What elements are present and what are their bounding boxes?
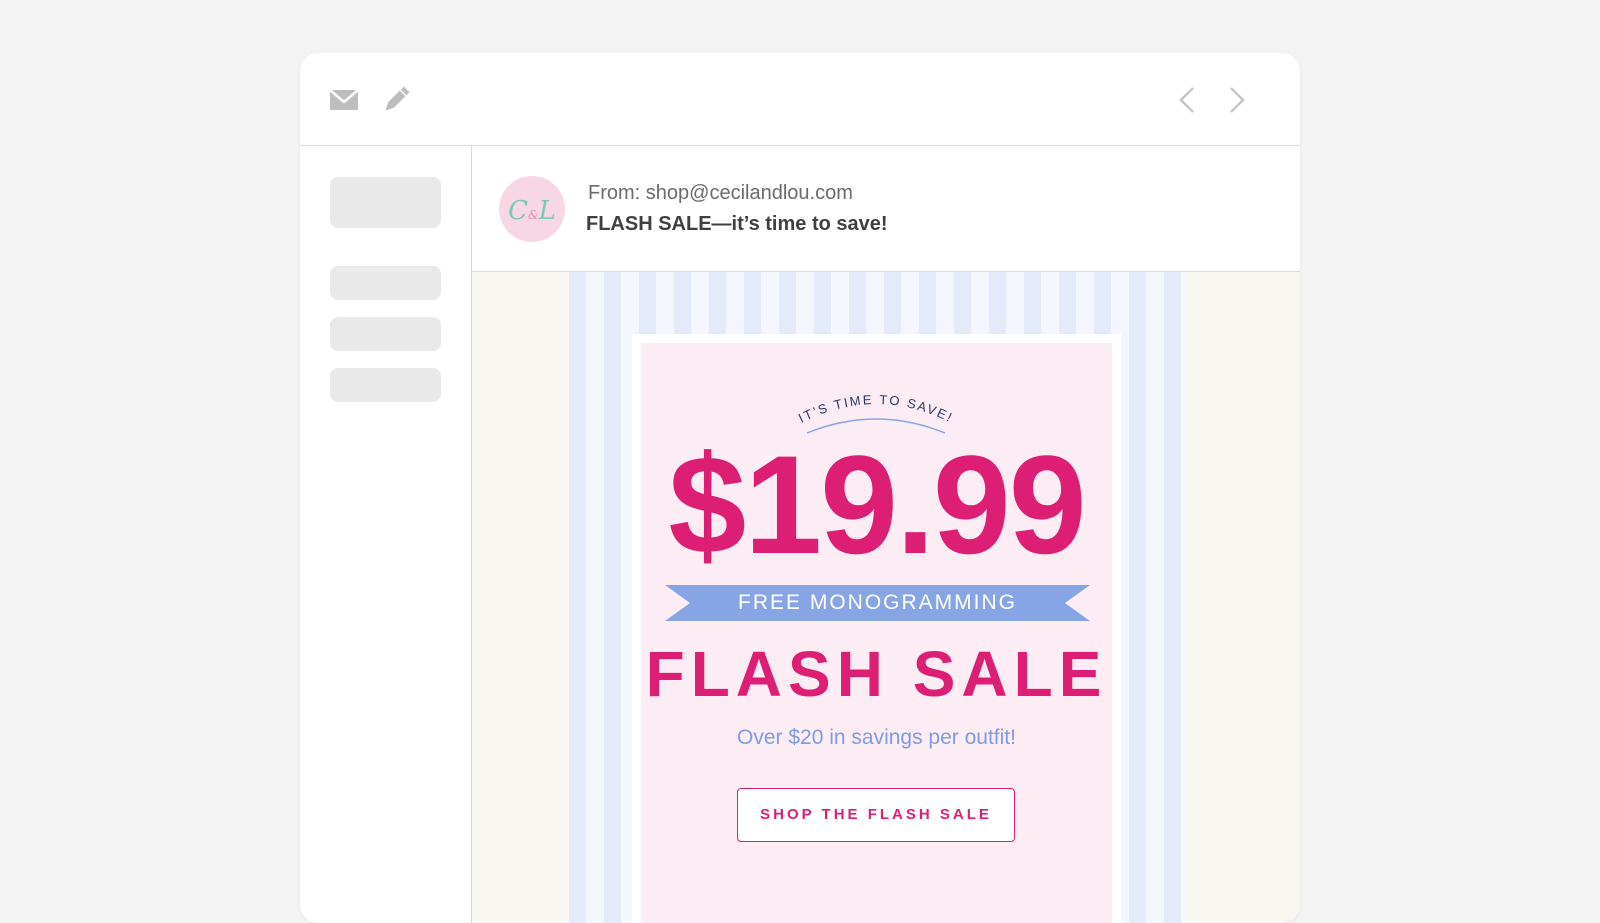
email-client-window: C&L From: shop@cecilandlou.com FLASH SAL… xyxy=(300,53,1300,923)
tagline-arc: IT’S TIME TO SAVE! xyxy=(796,392,956,434)
tagline-text: IT’S TIME TO SAVE! xyxy=(796,392,954,426)
sidebar xyxy=(300,146,472,923)
sidebar-placeholder-primary[interactable] xyxy=(330,177,441,228)
flash-sale-headline: FLASH SALE xyxy=(645,638,1108,710)
email-body: IT’S TIME TO SAVE! $19.99 FREE MONOGRAMM… xyxy=(472,272,1300,923)
sidebar-placeholder-item[interactable] xyxy=(330,317,441,351)
sidebar-placeholder-item[interactable] xyxy=(330,266,441,300)
promo-card: IT’S TIME TO SAVE! $19.99 FREE MONOGRAMM… xyxy=(641,343,1112,923)
ribbon-text: FREE MONOGRAMMING xyxy=(738,591,1017,614)
sale-price: $19.99 xyxy=(668,426,1086,583)
shop-flash-sale-button[interactable]: SHOP THE FLASH SALE xyxy=(737,788,1015,842)
chevron-left-icon[interactable] xyxy=(1172,84,1204,116)
email-header: C&L From: shop@cecilandlou.com FLASH SAL… xyxy=(472,146,1300,272)
chevron-right-icon[interactable] xyxy=(1220,84,1252,116)
mail-icon[interactable] xyxy=(328,84,360,116)
svg-text:IT’S TIME TO SAVE!: IT’S TIME TO SAVE! xyxy=(796,392,956,426)
promo-frame: IT’S TIME TO SAVE! $19.99 FREE MONOGRAMM… xyxy=(632,334,1121,923)
sender-address: From: shop@cecilandlou.com xyxy=(588,182,853,204)
pencil-icon[interactable] xyxy=(380,84,412,116)
savings-text: Over $20 in savings per outfit! xyxy=(737,726,1016,749)
email-subject: FLASH SALE—it’s time to save! xyxy=(586,213,888,235)
sender-avatar: C&L xyxy=(499,176,565,242)
monogram-logo: C&L xyxy=(508,196,556,226)
toolbar xyxy=(300,53,1300,146)
svg-text:C&L: C&L xyxy=(508,196,556,226)
sidebar-placeholder-item[interactable] xyxy=(330,368,441,402)
